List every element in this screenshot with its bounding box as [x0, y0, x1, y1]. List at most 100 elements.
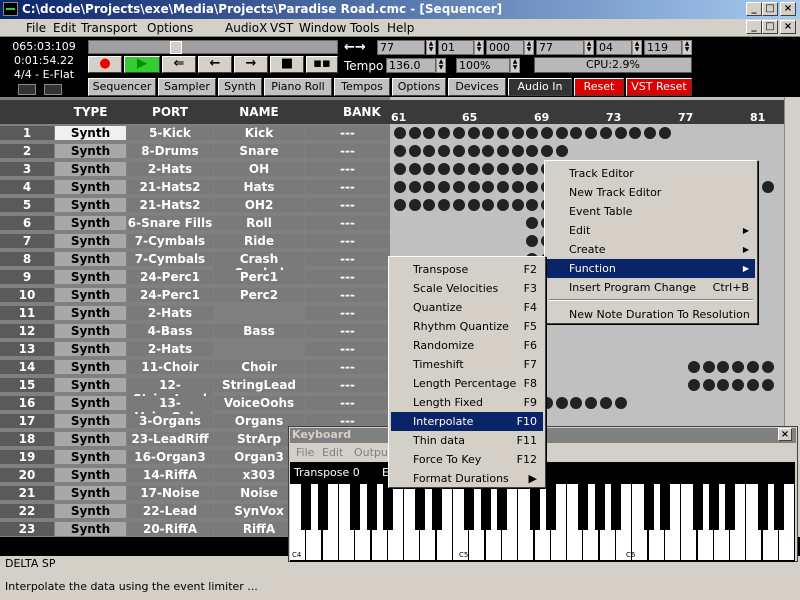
function-menu-item[interactable]: Force To Key F12 — [391, 450, 543, 469]
minimize-button[interactable]: _ — [746, 2, 762, 16]
tab-sequencer[interactable]: Sequencer — [88, 78, 156, 96]
function-menu-item[interactable]: Randomize F6 — [391, 336, 543, 355]
table-row[interactable]: 6 Synth 6-Snare Fills Roll --- — [0, 215, 390, 233]
track-number[interactable]: 11 — [0, 306, 54, 320]
black-key[interactable] — [415, 484, 426, 530]
track-port[interactable]: 11-Choir — [127, 360, 213, 374]
track-type[interactable]: Synth — [55, 198, 126, 212]
loop-end-bar-spinner[interactable]: ▲ ▼ — [584, 40, 594, 55]
column-bank[interactable]: BANK — [305, 105, 390, 119]
track-number[interactable]: 19 — [0, 450, 54, 464]
note-event[interactable] — [496, 181, 509, 193]
loop-arrow-icon[interactable]: ←→ — [344, 40, 366, 55]
note-event[interactable] — [394, 145, 406, 157]
tempo-input[interactable]: 136.0 — [386, 58, 436, 73]
metronome-toggle[interactable] — [18, 84, 36, 95]
tempo-percent-input[interactable]: 100% — [456, 58, 510, 73]
note-event[interactable] — [614, 397, 627, 409]
app-icon[interactable] — [3, 2, 18, 16]
loop-end-beat[interactable]: 04 — [596, 40, 632, 55]
table-row[interactable]: 7 Synth 7-Cymbals Ride --- — [0, 233, 390, 251]
note-event[interactable] — [585, 397, 598, 409]
track-type[interactable]: Synth — [55, 360, 126, 374]
black-key[interactable] — [366, 484, 377, 530]
black-key[interactable] — [643, 484, 654, 530]
note-event[interactable] — [467, 163, 480, 175]
black-key[interactable] — [317, 484, 328, 530]
track-bank[interactable]: --- — [305, 270, 390, 284]
tab-piano-roll[interactable]: Piano Roll — [264, 78, 332, 96]
note-event[interactable] — [496, 127, 509, 139]
loop-start-beat-spinner[interactable]: ▲ ▼ — [474, 40, 484, 55]
black-key[interactable] — [496, 484, 507, 530]
track-number[interactable]: 17 — [0, 414, 54, 428]
note-event[interactable] — [452, 145, 465, 157]
track-number[interactable]: 6 — [0, 216, 54, 230]
menu-transport[interactable]: Transport — [81, 21, 137, 35]
black-key[interactable] — [301, 484, 312, 530]
track-type[interactable]: Synth — [55, 306, 126, 320]
note-event[interactable] — [467, 127, 480, 139]
track-type[interactable]: Synth — [55, 270, 126, 284]
menu-audiox[interactable]: AudioX — [225, 21, 267, 35]
vst-reset-button[interactable]: VST Reset — [626, 78, 692, 96]
track-number[interactable]: 22 — [0, 504, 54, 518]
note-event[interactable] — [599, 127, 612, 139]
note-event[interactable] — [438, 127, 451, 139]
track-name[interactable]: Roll — [214, 216, 304, 230]
note-event[interactable] — [643, 127, 656, 139]
loop-end-tick[interactable]: 119 — [644, 40, 682, 55]
note-event[interactable] — [394, 199, 406, 211]
track-number[interactable]: 9 — [0, 270, 54, 284]
context-menu-item[interactable]: Insert Program Change Ctrl+B — [547, 278, 755, 297]
column-name[interactable]: NAME — [214, 105, 304, 119]
track-bank[interactable]: --- — [305, 126, 390, 140]
black-key[interactable] — [774, 484, 784, 530]
track-type[interactable]: Synth — [55, 504, 126, 518]
track-port[interactable]: 5-Kick — [127, 126, 213, 140]
note-event[interactable] — [467, 181, 480, 193]
track-type[interactable]: Synth — [55, 162, 126, 176]
track-port[interactable]: 8-Drums — [127, 144, 213, 158]
table-row[interactable]: 10 Synth 24-Perc1 Perc2 --- — [0, 287, 390, 305]
black-key[interactable] — [431, 484, 442, 530]
menu-vst[interactable]: VST — [270, 21, 293, 35]
function-menu-item[interactable]: Interpolate F10 — [391, 412, 543, 431]
track-bank[interactable]: --- — [305, 396, 390, 410]
loop-start-bar[interactable]: 77 — [377, 40, 425, 55]
note-event[interactable] — [746, 379, 759, 391]
tab-options[interactable]: Options — [392, 78, 446, 96]
note-event[interactable] — [702, 361, 715, 373]
function-menu-item[interactable]: Length Fixed F9 — [391, 393, 543, 412]
track-number[interactable]: 20 — [0, 468, 54, 482]
track-bank[interactable]: --- — [305, 144, 390, 158]
reset-button[interactable]: Reset — [574, 78, 624, 96]
function-menu-item[interactable]: Quantize F4 — [391, 298, 543, 317]
track-number[interactable]: 10 — [0, 288, 54, 302]
black-key[interactable] — [545, 484, 556, 530]
function-menu-item[interactable]: Transpose F2 — [391, 260, 543, 279]
menu-window[interactable]: Window — [299, 21, 346, 35]
loop-end-beat-spinner[interactable]: ▲ ▼ — [632, 40, 642, 55]
context-menu-item[interactable]: New Note Duration To Resolution — [547, 305, 755, 324]
transpose-readout[interactable]: Transpose 0 — [294, 466, 360, 479]
function-menu-item[interactable]: Scale Velocities F3 — [391, 279, 543, 298]
track-number[interactable]: 14 — [0, 360, 54, 374]
note-event[interactable] — [394, 163, 406, 175]
pause-button[interactable]: ▪▪ — [306, 56, 338, 73]
note-event[interactable] — [688, 361, 700, 373]
note-event[interactable] — [496, 145, 509, 157]
track-type[interactable]: Synth — [55, 342, 126, 356]
note-event[interactable] — [702, 379, 715, 391]
note-event[interactable] — [746, 361, 759, 373]
note-event[interactable] — [467, 199, 480, 211]
track-name[interactable]: Hats — [214, 180, 304, 194]
track-name[interactable]: StringLead — [214, 378, 304, 392]
black-key[interactable] — [757, 484, 768, 530]
black-key[interactable] — [611, 484, 621, 530]
note-event[interactable] — [452, 199, 465, 211]
track-type[interactable]: Synth — [55, 468, 126, 482]
table-row[interactable]: 11 Synth 2-Hats --- — [0, 305, 390, 323]
loop-start-beat[interactable]: 01 — [438, 40, 474, 55]
track-port[interactable]: 22-Lead — [127, 504, 213, 518]
